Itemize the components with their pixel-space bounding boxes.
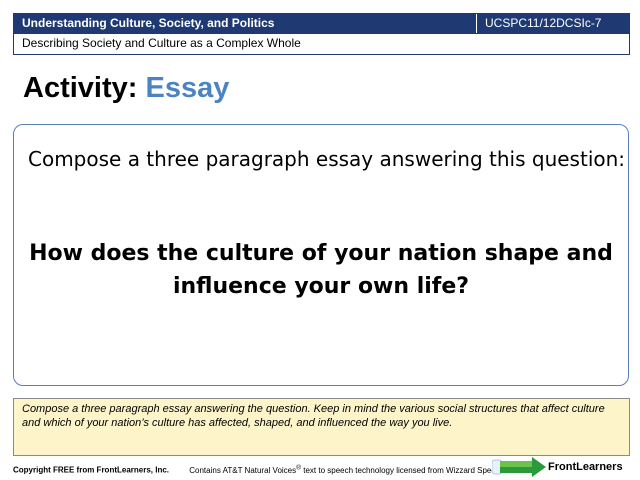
voices-credit-pre: Contains AT&T Natural Voices (189, 465, 297, 475)
title-prefix: Activity: (23, 72, 138, 104)
copyright-text: Copyright FREE from FrontLearners, Inc. (13, 465, 170, 475)
logo-text: FrontLearners (548, 461, 623, 473)
lesson-subtitle: Describing Society and Culture as a Comp… (13, 34, 630, 55)
course-code: UCSPC11/12DCSIc-7 (476, 14, 629, 33)
voices-credit: Contains AT&T Natural Voices® text to sp… (189, 464, 522, 475)
page-title: Activity: Essay (23, 72, 229, 105)
header-bar: Understanding Culture, Society, and Poli… (13, 13, 630, 34)
course-title: Understanding Culture, Society, and Poli… (14, 14, 476, 33)
activity-panel: Compose a three paragraph essay answerin… (13, 124, 629, 386)
footer: Copyright FREE from FrontLearners, Inc. … (13, 464, 521, 475)
title-highlight: Essay (145, 72, 230, 104)
question-line-1: How does the culture of your nation shap… (29, 241, 613, 266)
question-line-2: influence your own life? (172, 274, 470, 299)
notes-box: Compose a three paragraph essay answerin… (13, 398, 630, 456)
essay-question: How does the culture of your nation shap… (14, 237, 628, 303)
essay-prompt: Compose a three paragraph essay answerin… (28, 147, 626, 171)
voices-credit-post: text to speech technology licensed from … (301, 465, 522, 475)
logo-arrow-icon (492, 457, 546, 477)
frontlearners-logo: FrontLearners (492, 457, 623, 477)
